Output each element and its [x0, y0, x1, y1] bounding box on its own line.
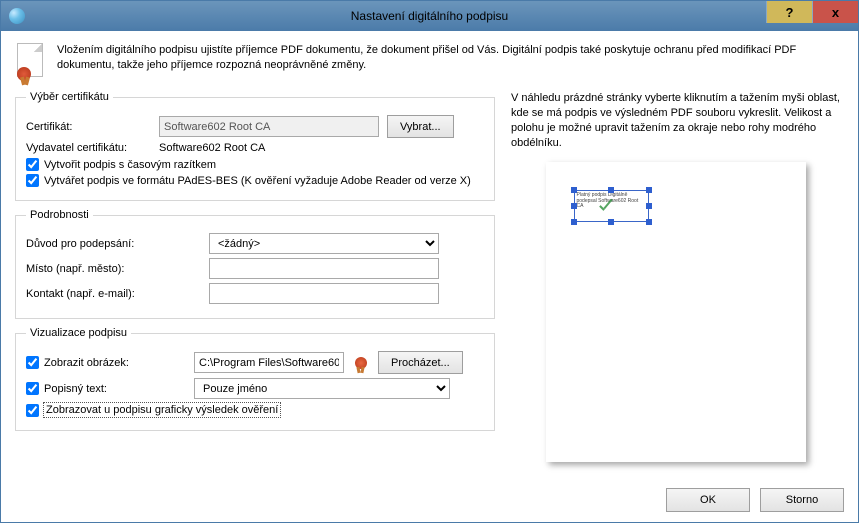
intro-text: Vložením digitálního podpisu ujistíte př… [57, 43, 844, 83]
pades-label: Vytvářet podpis ve formátu PAdES-BES (K … [44, 175, 471, 187]
timestamp-label: Vytvořit podpis s časovým razítkem [44, 159, 216, 171]
fieldset-certificate: Výběr certifikátu Certifikát: Vybrat... … [15, 91, 495, 201]
show-result-checkbox[interactable] [26, 404, 39, 417]
select-certificate-button[interactable]: Vybrat... [387, 115, 454, 138]
legend-details: Podrobnosti [26, 209, 93, 221]
browse-button[interactable]: Procházet... [378, 351, 463, 374]
desc-text-checkbox[interactable] [26, 382, 39, 395]
window-title: Nastavení digitálního podpisu [1, 9, 858, 23]
fieldset-visualization: Vizualizace podpisu Zobrazit obrázek: Pr… [15, 327, 495, 431]
resize-handle[interactable] [646, 219, 652, 225]
contact-input[interactable] [209, 283, 439, 304]
seal-icon [352, 352, 370, 373]
show-image-checkbox[interactable] [26, 356, 39, 369]
reason-label: Důvod pro podepsání: [26, 238, 201, 250]
cancel-button[interactable]: Storno [760, 488, 844, 512]
issuer-label: Vydavatel certifikátu: [26, 142, 151, 154]
preview-area: Platný podpis Digitálně podepsal Softwar… [507, 156, 844, 470]
intro-row: Vložením digitálního podpisu ujistíte př… [15, 39, 844, 91]
checkmark-icon [595, 197, 617, 219]
app-icon [9, 8, 25, 24]
certificate-label: Certifikát: [26, 121, 151, 133]
desc-text-label: Popisný text: [44, 383, 107, 395]
resize-handle[interactable] [608, 219, 614, 225]
show-result-label: Zobrazovat u podpisu graficky výsledek o… [44, 403, 280, 417]
preview-help-text: V náhledu prázdné stránky vyberte kliknu… [507, 91, 844, 156]
resize-handle[interactable] [608, 187, 614, 193]
location-label: Místo (např. město): [26, 263, 201, 275]
fieldset-details: Podrobnosti Důvod pro podepsání: <žádný>… [15, 209, 495, 319]
resize-handle[interactable] [571, 203, 577, 209]
help-button[interactable]: ? [766, 1, 812, 23]
location-input[interactable] [209, 258, 439, 279]
signature-doc-icon [15, 43, 47, 83]
show-image-label: Zobrazit obrázek: [44, 357, 129, 369]
certificate-input [159, 116, 379, 137]
legend-certificate: Výběr certifikátu [26, 91, 113, 103]
issuer-value: Software602 Root CA [159, 142, 265, 154]
titlebar: Nastavení digitálního podpisu ? x [1, 1, 858, 31]
signature-box[interactable]: Platný podpis Digitálně podepsal Softwar… [574, 190, 649, 222]
dialog-window: Nastavení digitálního podpisu ? x Vložen… [0, 0, 859, 523]
reason-select[interactable]: <žádný> [209, 233, 439, 254]
resize-handle[interactable] [571, 187, 577, 193]
image-path-input[interactable] [194, 352, 344, 373]
legend-visualization: Vizualizace podpisu [26, 327, 131, 339]
pades-checkbox[interactable] [26, 174, 39, 187]
content-area: Vložením digitálního podpisu ujistíte př… [1, 31, 858, 480]
resize-handle[interactable] [646, 187, 652, 193]
ok-button[interactable]: OK [666, 488, 750, 512]
window-controls: ? x [766, 1, 858, 23]
desc-text-select[interactable]: Pouze jméno [194, 378, 450, 399]
preview-page[interactable]: Platný podpis Digitálně podepsal Softwar… [546, 162, 806, 462]
footer: OK Storno [1, 480, 858, 522]
resize-handle[interactable] [646, 203, 652, 209]
close-button[interactable]: x [812, 1, 858, 23]
contact-label: Kontakt (např. e-mail): [26, 288, 201, 300]
timestamp-checkbox[interactable] [26, 158, 39, 171]
resize-handle[interactable] [571, 219, 577, 225]
